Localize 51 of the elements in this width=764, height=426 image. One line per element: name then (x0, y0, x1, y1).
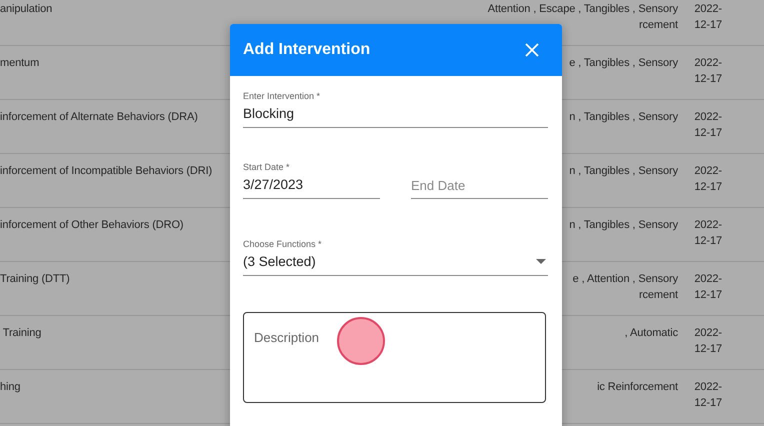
table-cell-text: 2022- (694, 218, 722, 233)
table-cell-text: , Automatic (624, 326, 678, 341)
field-value: 3/27/2023 (243, 176, 304, 194)
table-cell: anipulation (0, 3, 52, 15)
dialog-title: Add Intervention (243, 41, 370, 59)
field-label: Start Date * (243, 161, 291, 173)
table-cell-text: e , Attention , Sensory (572, 272, 678, 287)
caret-icon (536, 259, 546, 264)
table-cell-text: 12-17 (694, 72, 722, 87)
field-placeholder: End Date (411, 178, 466, 195)
table-cell-text: 2022- (694, 110, 722, 125)
table-cell-text: n , Tangibles , Sensory (569, 164, 678, 179)
table-cell-text: e , Tangibles , Sensory (569, 56, 678, 71)
table-cell-text: n , Tangibles , Sensory (569, 218, 678, 233)
field-label: Choose Functions * (243, 238, 323, 250)
table-cell-text: rcement (638, 18, 678, 33)
table-cell: hing (0, 381, 20, 393)
table-cell-text: 2022- (694, 380, 722, 395)
table-cell-text: n , Tangibles , Sensory (569, 110, 678, 125)
table-cell-text: 2022- (694, 272, 722, 287)
field-placeholder: Description (254, 330, 320, 345)
description-field[interactable]: Description (243, 312, 546, 403)
end-date-field[interactable]: End Date (411, 160, 548, 199)
close-icon[interactable] (525, 43, 539, 57)
table-cell-text: Attention , Escape , Tangibles , Sensory (488, 2, 678, 17)
table-cell-text: 12-17 (694, 234, 722, 249)
table-cell: Training (DTT) (0, 273, 70, 285)
intervention-field[interactable]: Enter Intervention * Blocking (243, 90, 548, 128)
table-cell: inforcement of Incompatible Behaviors (DRI) (0, 165, 212, 177)
table-cell-text: 12-17 (694, 342, 722, 357)
table-cell-text: 12-17 (694, 18, 722, 33)
table-cell: inforcement of Other Behaviors (DRO) (0, 219, 184, 231)
table-cell-text: 2022- (694, 326, 722, 341)
table-cell-text: 2022- (694, 164, 722, 179)
table-cell: inforcement of Alternate Behaviors (DRA) (0, 111, 198, 123)
click-indicator (337, 317, 385, 365)
table-cell-text: ic Reinforcement (597, 380, 678, 395)
table-cell-text: 12-17 (694, 288, 722, 303)
table-cell-text: Training (2, 327, 42, 339)
table-cell-text: 2022- (694, 56, 722, 71)
field-label: Enter Intervention * (243, 90, 322, 102)
table-cell-text: 12-17 (694, 180, 722, 195)
field-value: (3 Selected) (243, 253, 316, 271)
table-cell-text: rcement (638, 288, 678, 303)
field-value: Blocking (243, 105, 294, 123)
table-cell-text: 12-17 (694, 126, 722, 141)
start-date-field[interactable]: Start Date * 3/27/2023 (243, 160, 380, 199)
table-cell: mentum (0, 57, 40, 69)
table-cell-text: 2022- (694, 2, 722, 17)
table-cell-text: 12-17 (694, 396, 722, 411)
functions-select[interactable]: Choose Functions * (3 Selected) (243, 238, 548, 276)
